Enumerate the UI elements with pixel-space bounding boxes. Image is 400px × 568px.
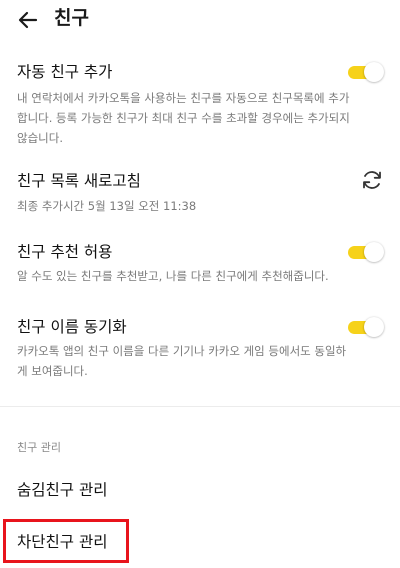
top-app-bar: 친구 [0, 0, 400, 40]
toggle-knob [364, 242, 384, 262]
toggle-knob [364, 317, 384, 337]
sync-names-toggle[interactable] [346, 317, 384, 337]
back-arrow-icon[interactable] [14, 6, 42, 34]
page-title: 친구 [54, 7, 89, 29]
refresh-icon[interactable] [360, 168, 384, 192]
sync-names-title: 친구 이름 동기화 [17, 318, 127, 336]
recommend-description: 알 수도 있는 친구를 추천받고, 나를 다른 친구에게 추천해줍니다. [17, 269, 329, 283]
refresh-list-title: 친구 목록 새로고침 [17, 172, 141, 190]
hidden-friends-menu-item[interactable]: 숨김친구 관리 [17, 480, 108, 500]
blocked-friends-menu-item[interactable]: 차단친구 관리 [17, 532, 108, 552]
auto-add-toggle[interactable] [346, 62, 384, 82]
last-updated-text: 최종 추가시간 5월 13일 오전 11:38 [17, 199, 197, 213]
toggle-knob [364, 62, 384, 82]
auto-add-description: 내 연락처에서 카카오톡을 사용하는 친구를 자동으로 친구목록에 추가합니다.… [17, 91, 350, 145]
section-divider [0, 406, 400, 407]
section-label-friend-management: 친구 관리 [17, 441, 61, 454]
recommend-toggle[interactable] [346, 242, 384, 262]
recommend-title: 친구 추천 허용 [17, 243, 113, 261]
auto-add-title: 자동 친구 추가 [17, 63, 113, 81]
sync-names-description: 카카오톡 앱의 친구 이름을 다른 기기나 카카오 게임 등에서도 동일하게 보… [17, 344, 347, 378]
